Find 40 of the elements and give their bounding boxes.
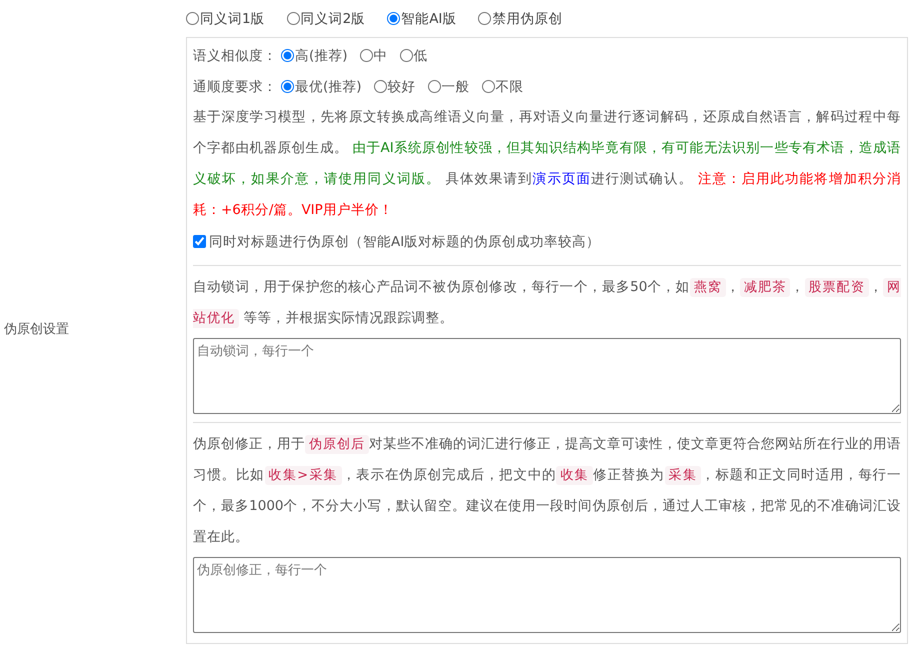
option-label: 较好 bbox=[388, 78, 416, 96]
option-label: 同义词2版 bbox=[300, 10, 366, 28]
keyword-example: 收集>采集 bbox=[264, 466, 342, 485]
correction-field[interactable]: 伪原创修正，每行一个 bbox=[193, 557, 901, 633]
option-label: 禁用伪原创 bbox=[492, 10, 562, 28]
keyword-example: 伪原创后 bbox=[305, 435, 369, 454]
option-label: 最优(推荐) bbox=[295, 78, 362, 96]
checkbox-label: 同时对标题进行伪原创（智能AI版对标题的伪原创成功率较高） bbox=[209, 232, 600, 250]
keyword-example: 股票配资 bbox=[804, 278, 869, 297]
field-label: 语义相似度： bbox=[193, 46, 277, 64]
section-label: 伪原创设置 bbox=[4, 321, 69, 338]
radio-button[interactable] bbox=[286, 12, 300, 25]
keyword-example: 收集 bbox=[556, 466, 594, 485]
keyword-example: 燕窝 bbox=[690, 278, 726, 297]
description-paragraph: 基于深度学习模型，先将原文转换成高维语义向量，再对语义向量进行逐词解码，还原成自然语言，解码过程中每个字都由机器原创生成。 由于AI系统原创性较强，但其知识结构毕竟有限，有可能无法识别一些专有术语，造成语义破坏，如果介意，请使用同义词版。 具体效果请到演示页面进行测试确认。 注意：启用此功能将增加积分消耗：+6积分/篇。VIP用户半价！ bbox=[193, 108, 901, 220]
radio-button[interactable] bbox=[186, 12, 199, 25]
keyword-example: 采集 bbox=[664, 466, 702, 485]
option-label: 高(推荐) bbox=[295, 46, 348, 64]
radio-button[interactable] bbox=[428, 80, 441, 93]
demo-page-link[interactable]: 演示页面 bbox=[532, 171, 591, 187]
option-label: 低 bbox=[414, 46, 428, 64]
description-paragraph: 伪原创修正，用于 伪原创后 对某些不准确的词汇进行修正，提高文章可读性，使文章更符合您网站所在行业的用语习惯。比如 收集>采集 ，表示在伪原创完成后，把文中的 收集 修正替换为 采集 ，标题和正文同时适用，每行一个，最多1000个，不分大小写，默认留空。建议在使用一段时间伪原创后，通过人工审核，把常见的不准确词汇设置在此。 bbox=[193, 434, 901, 547]
radio-button[interactable] bbox=[387, 12, 400, 25]
lock-words-field[interactable]: 自动锁词，每行一个 bbox=[193, 338, 901, 414]
option-label: 一般 bbox=[442, 78, 470, 96]
option-label: 同义词1版 bbox=[200, 10, 265, 28]
option-label: 中 bbox=[374, 46, 388, 64]
radio-button[interactable] bbox=[478, 12, 492, 25]
description-paragraph: 自动锁词，用于保护您的核心产品词不被伪原创修改，每行一个，最多50个，如 燕窝 ， 减肥茶 ， 股票配资 ， 网站优化 等等，并根据实际情况跟踪调整。 bbox=[193, 277, 901, 330]
option-label: 不限 bbox=[496, 78, 524, 96]
radio-button[interactable] bbox=[374, 80, 387, 93]
radio-button[interactable] bbox=[482, 80, 495, 93]
radio-button[interactable] bbox=[281, 49, 294, 62]
option-label: 智能AI版 bbox=[401, 10, 456, 28]
field-label: 通顺度要求： bbox=[193, 78, 277, 96]
checkbox[interactable] bbox=[193, 235, 206, 248]
radio-button[interactable] bbox=[400, 49, 413, 62]
radio-button[interactable] bbox=[360, 49, 373, 62]
keyword-example: 减肥茶 bbox=[740, 278, 790, 297]
radio-button[interactable] bbox=[281, 80, 294, 93]
